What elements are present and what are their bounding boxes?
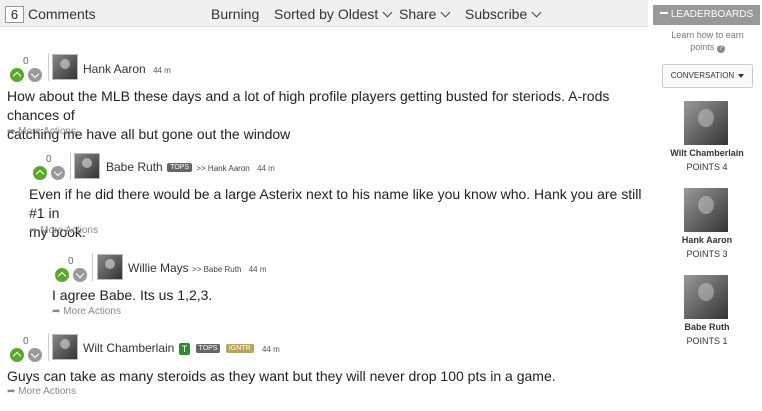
comment-meta: Wilt Chamberlain T TOPS IGNTR 44 m — [83, 341, 280, 355]
comment-meta: Willie Mays >> Babe Ruth 44 m — [128, 261, 267, 275]
author-name[interactable]: Wilt Chamberlain — [83, 341, 174, 355]
timestamp: 44 m — [248, 265, 267, 274]
leaderboards-button[interactable]: LEADERBOARDS — [653, 5, 760, 25]
vote-score: 0 — [23, 336, 29, 347]
divider — [48, 53, 49, 81]
comment-meta: Hank Aaron 44 m — [83, 62, 171, 76]
leader-avatar[interactable] — [684, 101, 728, 145]
leader-points: POINTS 1 — [686, 336, 728, 346]
comment-text: How about the MLB these days and a lot o… — [7, 88, 610, 142]
leader-name[interactable]: Hank Aaron — [652, 235, 762, 245]
author-name[interactable]: Willie Mays — [128, 261, 189, 275]
leader-avatar[interactable] — [684, 275, 728, 319]
t-badge: T — [178, 342, 191, 355]
avatar[interactable] — [52, 334, 78, 360]
vote-score: 0 — [23, 56, 29, 67]
timestamp: 44 m — [257, 164, 275, 173]
avatar[interactable] — [74, 153, 100, 179]
downvote-icon[interactable] — [51, 166, 65, 180]
avatar[interactable] — [97, 254, 123, 280]
minus-icon — [659, 12, 668, 15]
more-actions-link[interactable]: ➦ More Actions — [52, 306, 121, 317]
divider — [70, 152, 71, 180]
upvote-icon[interactable] — [33, 166, 47, 180]
leader-points: POINTS 4 — [686, 162, 728, 172]
divider — [48, 333, 49, 361]
comment-text: I agree Babe. Its us 1,2,3. — [52, 287, 213, 303]
timestamp: 44 m — [153, 66, 171, 75]
help-icon: ? — [716, 45, 725, 53]
tops-badge: TOPS — [195, 344, 221, 354]
more-actions-link[interactable]: ➦ More Actions — [7, 126, 76, 137]
leader-name[interactable]: Babe Ruth — [652, 322, 762, 332]
igntr-badge: IGNTR — [225, 344, 254, 354]
downvote-icon[interactable] — [28, 68, 42, 82]
avatar[interactable] — [52, 54, 78, 80]
share-dropdown[interactable]: Share — [399, 6, 451, 22]
reply-to[interactable]: >> Babe Ruth — [192, 265, 241, 274]
chevron-down-icon — [382, 7, 393, 18]
conversation-dropdown[interactable]: CONVERSATION — [662, 64, 753, 88]
caret-down-icon — [738, 73, 745, 78]
comment-text: Even if he did there would be a large As… — [29, 186, 642, 240]
subscribe-dropdown[interactable]: Subscribe — [465, 6, 542, 22]
downvote-icon[interactable] — [28, 348, 42, 362]
upvote-icon[interactable] — [55, 268, 69, 282]
chevron-down-icon — [440, 7, 451, 18]
comments-label: Comments — [28, 6, 96, 22]
leader-avatar[interactable] — [684, 188, 728, 232]
chevron-down-icon — [531, 7, 542, 18]
downvote-icon[interactable] — [73, 268, 87, 282]
sort-dropdown[interactable]: Sorted by Oldest — [274, 6, 393, 22]
vote-score: 0 — [68, 256, 74, 267]
timestamp: 44 m — [261, 345, 280, 354]
learn-points-link[interactable]: Learn how to earn points ? — [660, 29, 755, 53]
divider — [92, 253, 93, 281]
reply-to[interactable]: >> Hank Aaron — [196, 164, 249, 173]
author-name[interactable]: Hank Aaron — [83, 62, 146, 76]
comment-count: 6 — [5, 6, 24, 23]
upvote-icon[interactable] — [10, 348, 24, 362]
more-actions-link[interactable]: ➦ More Actions — [29, 225, 98, 236]
author-name[interactable]: Babe Ruth — [106, 160, 163, 174]
leader-name[interactable]: Wilt Chamberlain — [652, 148, 762, 158]
tops-badge: TOPS — [167, 163, 192, 173]
comments-toolbar: 6 Comments Burning Sorted by Oldest Shar… — [0, 0, 648, 27]
more-actions-link[interactable]: ➦ More Actions — [7, 386, 76, 397]
upvote-icon[interactable] — [10, 68, 24, 82]
comment-text: Guys can take as many steroids as they w… — [7, 368, 556, 384]
burning-link[interactable]: Burning — [211, 6, 259, 22]
vote-score: 0 — [46, 154, 52, 165]
comment-meta: Babe Ruth TOPS >> Hank Aaron 44 m — [106, 160, 275, 174]
leader-points: POINTS 3 — [686, 249, 728, 259]
